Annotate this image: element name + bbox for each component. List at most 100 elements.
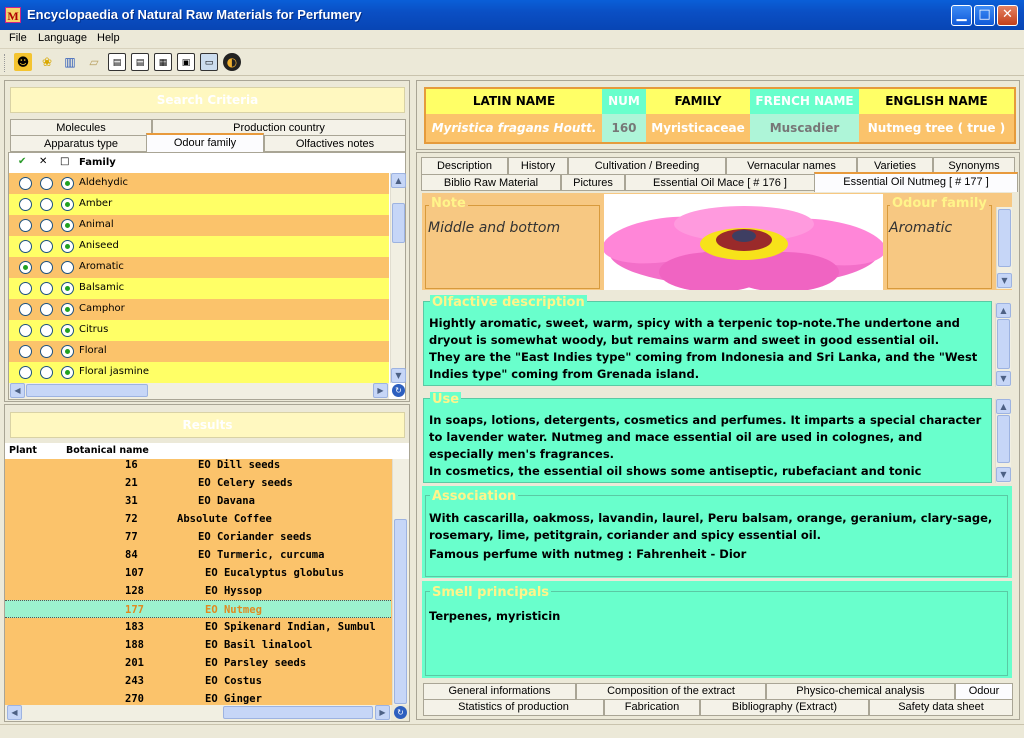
ignore-radio[interactable]	[61, 303, 74, 316]
results-scroll-right-button[interactable]: ▶	[375, 705, 390, 720]
tab-pictures[interactable]: Pictures	[561, 174, 625, 191]
ignore-radio[interactable]	[61, 261, 74, 274]
tab-apparatus-type[interactable]: Apparatus type	[10, 135, 152, 152]
result-row[interactable]: 270 EO Ginger	[5, 690, 391, 705]
family-row[interactable]: Balsamic	[9, 278, 389, 299]
exclude-radio[interactable]	[40, 282, 53, 295]
family-vscrollbar[interactable]: ▲ ▼	[390, 173, 406, 383]
exclude-radio[interactable]	[40, 219, 53, 232]
exclude-radio[interactable]	[40, 261, 53, 274]
scroll-left-button[interactable]: ◀	[10, 383, 25, 398]
tab-safety-data-sheet[interactable]: Safety data sheet	[869, 699, 1013, 716]
screen-icon[interactable]: ▭	[200, 53, 218, 71]
include-radio[interactable]	[19, 366, 32, 379]
layout-icon-2[interactable]: ▤	[131, 53, 149, 71]
tab-essential-oil-nutmeg[interactable]: Essential Oil Nutmeg [ # 177 ]	[814, 172, 1018, 192]
include-radio[interactable]	[19, 303, 32, 316]
ignore-radio[interactable]	[61, 177, 74, 190]
result-row[interactable]: 31 EO Davana	[5, 492, 391, 510]
globe-icon[interactable]: ◐	[223, 53, 241, 71]
result-row[interactable]: 72 Absolute Coffee	[5, 510, 391, 528]
maximize-button[interactable]: □	[974, 5, 995, 26]
person-icon[interactable]: ☻	[14, 53, 32, 71]
menu-language[interactable]: Language	[38, 32, 87, 44]
book-icon[interactable]: ▥	[61, 53, 79, 71]
result-row[interactable]: 243 EO Costus	[5, 672, 391, 690]
results-scroll-left-button[interactable]: ◀	[7, 705, 22, 720]
close-button[interactable]: ✕	[997, 5, 1018, 26]
result-row[interactable]: 177 EO Nutmeg	[5, 600, 391, 618]
family-row[interactable]: Aniseed	[9, 236, 389, 257]
menu-help[interactable]: Help	[97, 32, 120, 44]
result-row[interactable]: 183 EO Spikenard Indian, Sumbul	[5, 618, 391, 636]
results-hscrollbar[interactable]: ◀ ▶	[5, 705, 391, 721]
tab-statistics-of-production[interactable]: Statistics of production	[423, 699, 604, 716]
family-row[interactable]: Amber	[9, 194, 389, 215]
exclude-radio[interactable]	[40, 198, 53, 211]
include-radio[interactable]	[19, 240, 32, 253]
tab-molecules[interactable]: Molecules	[10, 119, 152, 136]
include-radio[interactable]	[19, 282, 32, 295]
tab-odour-family[interactable]: Odour family	[146, 133, 264, 152]
family-row[interactable]: Aldehydic	[9, 173, 389, 194]
result-row[interactable]: 128 EO Hyssop	[5, 582, 391, 600]
family-row[interactable]: Citrus	[9, 320, 389, 341]
family-hscrollbar[interactable]: ◀ ▶	[9, 383, 389, 399]
include-radio[interactable]	[19, 261, 32, 274]
use-scroll-down-button[interactable]: ▼	[996, 467, 1011, 482]
scroll-down-button[interactable]: ▼	[391, 368, 406, 383]
include-radio[interactable]	[19, 198, 32, 211]
result-row[interactable]: 21 EO Celery seeds	[5, 474, 391, 492]
results-refresh-icon[interactable]: ↻	[394, 706, 407, 719]
note-scroll-thumb[interactable]	[998, 209, 1011, 267]
exclude-radio[interactable]	[40, 303, 53, 316]
ignore-radio[interactable]	[61, 324, 74, 337]
tab-essential-oil-mace[interactable]: Essential Oil Mace [ # 176 ]	[625, 174, 815, 191]
tab-physico-chemical-analysis[interactable]: Physico-chemical analysis	[766, 683, 955, 700]
family-row[interactable]: Camphor	[9, 299, 389, 320]
flower-icon[interactable]: ❀	[38, 53, 56, 71]
result-row[interactable]: 84 EO Turmeric, curcuma	[5, 546, 391, 564]
layout-icon-4[interactable]: ▣	[177, 53, 195, 71]
tab-general-informations[interactable]: General informations	[423, 683, 576, 700]
ignore-radio[interactable]	[61, 345, 74, 358]
tab-fabrication[interactable]: Fabrication	[604, 699, 700, 716]
olfactive-scroll-down-button[interactable]: ▼	[996, 371, 1011, 386]
include-radio[interactable]	[19, 324, 32, 337]
scroll-up-button[interactable]: ▲	[391, 173, 406, 188]
result-row[interactable]: 107 EO Eucalyptus globulus	[5, 564, 391, 582]
tab-cultivation-breeding[interactable]: Cultivation / Breeding	[568, 157, 726, 174]
title-bar[interactable]: M Encyclopaedia of Natural Raw Materials…	[0, 0, 1024, 30]
ignore-radio[interactable]	[61, 282, 74, 295]
result-row[interactable]: 16 EO Dill seeds	[5, 456, 391, 474]
result-row[interactable]: 188 EO Basil linalool	[5, 636, 391, 654]
note-vscrollbar[interactable]: ▼	[996, 207, 1012, 289]
tab-biblio-raw-material[interactable]: Biblio Raw Material	[421, 174, 561, 191]
include-radio[interactable]	[19, 219, 32, 232]
exclude-radio[interactable]	[40, 366, 53, 379]
olfactive-vscrollbar[interactable]: ▲ ▼	[995, 303, 1011, 387]
note-scroll-down-button[interactable]: ▼	[997, 273, 1012, 288]
result-row[interactable]: 201 EO Parsley seeds	[5, 654, 391, 672]
tab-history[interactable]: History	[508, 157, 568, 174]
ignore-radio[interactable]	[61, 240, 74, 253]
exclude-radio[interactable]	[40, 240, 53, 253]
use-vscrollbar[interactable]: ▲ ▼	[995, 399, 1011, 483]
results-scroll-thumb[interactable]	[394, 519, 407, 704]
note-icon[interactable]: ▱	[85, 53, 103, 71]
olfactive-scroll-thumb[interactable]	[997, 319, 1010, 369]
include-radio[interactable]	[19, 345, 32, 358]
hscroll-thumb[interactable]	[26, 384, 148, 397]
tab-description[interactable]: Description	[421, 157, 508, 174]
use-scroll-up-button[interactable]: ▲	[996, 399, 1011, 414]
results-hscroll-thumb[interactable]	[223, 706, 373, 719]
layout-icon-1[interactable]: ▤	[108, 53, 126, 71]
minimize-button[interactable]: ▁	[951, 5, 972, 26]
tab-bibliography-extract[interactable]: Bibliography (Extract)	[700, 699, 869, 716]
scroll-thumb[interactable]	[392, 203, 405, 243]
exclude-radio[interactable]	[40, 177, 53, 190]
scroll-right-button[interactable]: ▶	[373, 383, 388, 398]
results-vscrollbar[interactable]	[392, 459, 409, 705]
olfactive-scroll-up-button[interactable]: ▲	[996, 303, 1011, 318]
refresh-icon[interactable]: ↻	[392, 384, 405, 397]
